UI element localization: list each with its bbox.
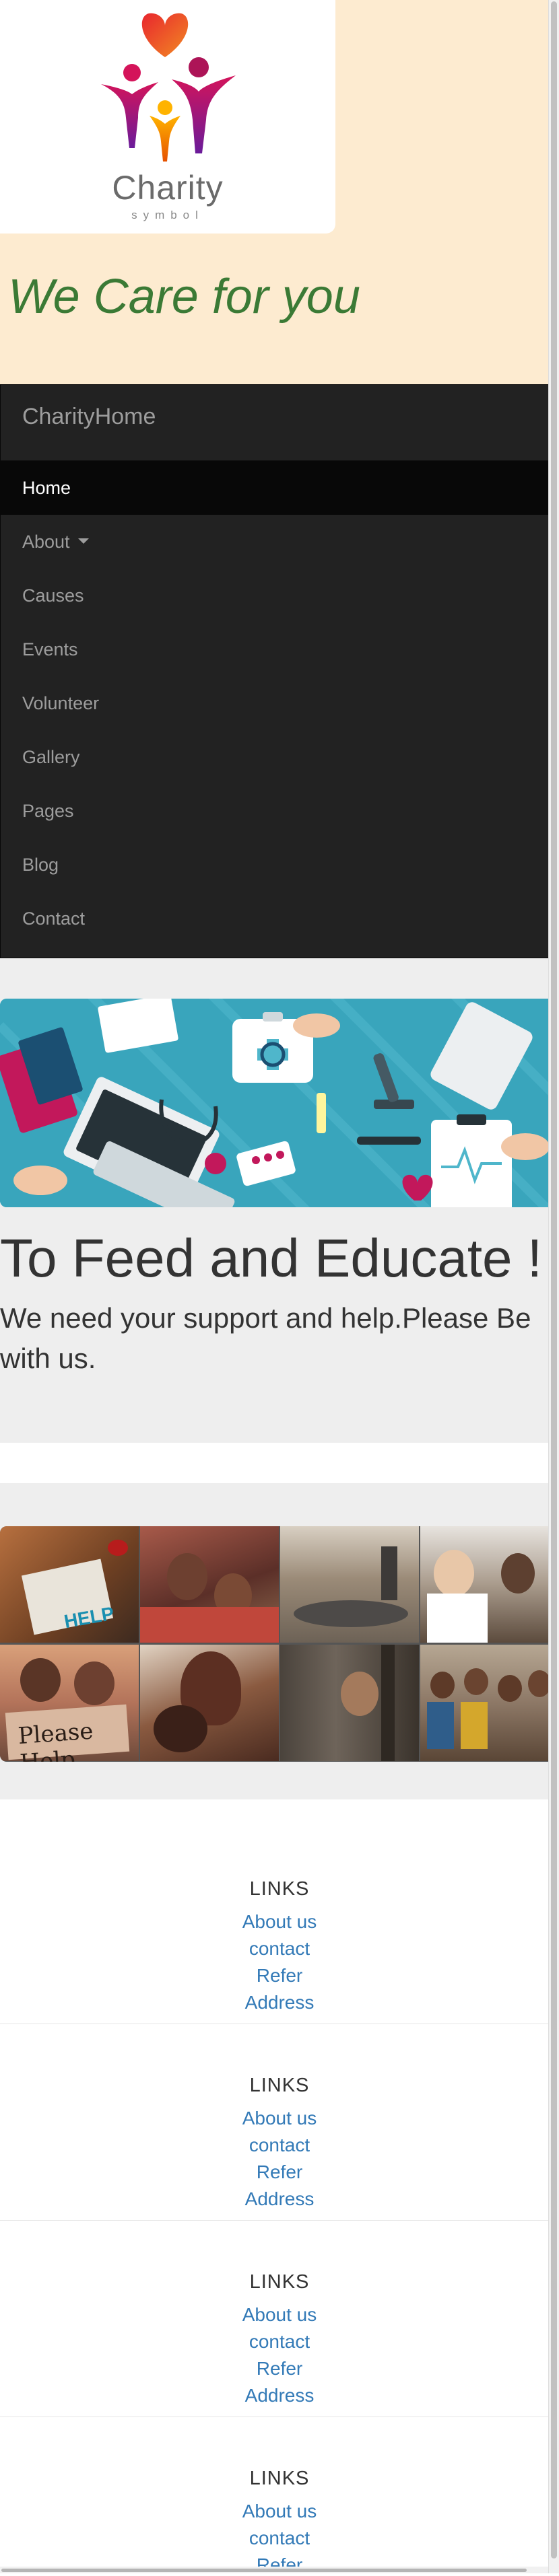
shirt-shape xyxy=(427,1594,488,1643)
help-note-image[interactable]: HELP xyxy=(0,1526,139,1643)
jumbotron-text: We need your support and help.Please Be … xyxy=(0,1302,531,1374)
footer-heading: LINKS xyxy=(249,1878,310,1900)
jumbotron: To Feed and Educate ! We need your suppo… xyxy=(0,958,559,1443)
footer-link-about[interactable]: About us xyxy=(0,2108,559,2129)
footer-link-refer[interactable]: Refer xyxy=(0,2161,559,2183)
face-shape xyxy=(498,1675,522,1702)
footer-heading: LINKS xyxy=(249,2468,310,2489)
face-shape xyxy=(74,1661,114,1705)
dress-shape xyxy=(140,1607,279,1643)
door-frame xyxy=(381,1645,395,1761)
footer-links-section: LINKS About us contact Refer xyxy=(0,2417,559,2575)
navbar-brand[interactable]: CharityHome xyxy=(22,404,156,430)
nav-item-contact[interactable]: Contact xyxy=(1,892,559,945)
footer-link-refer[interactable]: Refer xyxy=(0,2358,559,2380)
footer-links-section: LINKS About us contact Refer Address xyxy=(0,2024,559,2220)
please-help-sign-image[interactable]: Please Help xyxy=(0,1645,139,1762)
volunteer-children-image[interactable] xyxy=(420,1526,559,1643)
face-shape xyxy=(430,1672,455,1698)
face-shape xyxy=(434,1550,474,1597)
village-crowd-image[interactable] xyxy=(280,1526,419,1643)
photo-gallery: HELP Please Help xyxy=(0,1526,559,1762)
footer-link-contact[interactable]: contact xyxy=(0,2135,559,2156)
horizontal-scrollbar-thumb[interactable] xyxy=(1,2569,527,2572)
children-group-image[interactable] xyxy=(420,1645,559,1761)
child-shape xyxy=(154,1705,207,1752)
nav-item-gallery[interactable]: Gallery xyxy=(1,730,559,784)
nav-item-home[interactable]: Home xyxy=(1,461,559,515)
nav-item-label: Volunteer xyxy=(22,693,100,713)
footer-link-refer[interactable]: Refer xyxy=(0,1965,559,1987)
pots-shape xyxy=(294,1600,408,1627)
face-shape xyxy=(501,1553,535,1594)
face-shape xyxy=(528,1670,551,1697)
nav-about-text: About xyxy=(22,532,70,552)
footer-link-address[interactable]: Address xyxy=(0,2385,559,2406)
nav-item-label: About xyxy=(22,532,89,552)
nav-item-events[interactable]: Events xyxy=(1,622,559,676)
photo-gallery-section: HELP Please Help xyxy=(0,1483,559,1799)
nav-item-causes[interactable]: Causes xyxy=(1,569,559,622)
nav-item-label: Events xyxy=(22,639,78,659)
footer-link-contact[interactable]: contact xyxy=(0,2331,559,2353)
nav-item-blog[interactable]: Blog xyxy=(1,838,559,892)
nav-item-label: Gallery xyxy=(22,747,80,767)
nav-item-label: Contact xyxy=(22,908,86,929)
nav-item-label: Causes xyxy=(22,585,84,606)
mother-child-image[interactable] xyxy=(140,1645,279,1761)
nav-item-about[interactable]: About xyxy=(1,515,559,569)
please-help-caption: Please Help xyxy=(17,1717,94,1762)
logo-wordmark: Charity xyxy=(112,169,224,207)
caret-down-icon xyxy=(77,538,89,544)
shirt-shape xyxy=(461,1702,488,1749)
footer-links-section: LINKS About us contact Refer Address xyxy=(0,2220,559,2417)
face-shape xyxy=(167,1553,207,1600)
footer-heading: LINKS xyxy=(249,2271,310,2293)
nav-item-pages[interactable]: Pages xyxy=(1,784,559,838)
person-shape xyxy=(381,1546,397,1600)
nav-item-volunteer[interactable]: Volunteer xyxy=(1,676,559,730)
nav-item-label: Home xyxy=(22,478,71,498)
footer-link-address[interactable]: Address xyxy=(0,1992,559,2013)
vertical-scrollbar-thumb[interactable] xyxy=(551,1,557,2559)
nav-item-label: Pages xyxy=(22,801,74,821)
footer-link-about[interactable]: About us xyxy=(0,2304,559,2326)
face-shape xyxy=(464,1668,488,1695)
charity-logo-icon xyxy=(101,13,236,162)
cup-icon xyxy=(108,1540,128,1556)
jumbotron-title: To Feed and Educate ! xyxy=(0,1228,542,1288)
face-shape xyxy=(20,1658,61,1702)
medical-banner-image xyxy=(0,999,559,1207)
logo-subtitle: symbol xyxy=(131,209,204,221)
footer-link-address[interactable]: Address xyxy=(0,2188,559,2210)
main-navbar: CharityHome Home About Causes Events Vol… xyxy=(0,384,559,958)
tagline: We Care for you xyxy=(8,270,360,324)
footer-link-contact[interactable]: contact xyxy=(0,2528,559,2549)
medical-illustration-icon xyxy=(0,999,559,1207)
child-at-door-image[interactable] xyxy=(280,1645,419,1761)
footer-link-about[interactable]: About us xyxy=(0,2501,559,2522)
vertical-scrollbar[interactable] xyxy=(548,0,559,2573)
face-shape xyxy=(341,1672,379,1716)
footer-links-section: LINKS About us contact Refer Address xyxy=(0,1827,559,2024)
charity-logo: Charity symbol xyxy=(0,0,335,234)
footer-divider xyxy=(0,2220,559,2221)
horizontal-scrollbar[interactable] xyxy=(0,2567,548,2573)
header-banner: Charity symbol We Care for you xyxy=(0,0,559,384)
shirt-shape xyxy=(427,1702,454,1749)
footer-link-contact[interactable]: contact xyxy=(0,1938,559,1960)
nav-item-label: Blog xyxy=(22,855,59,875)
footer-heading: LINKS xyxy=(249,2075,310,2096)
footer-link-about[interactable]: About us xyxy=(0,1911,559,1933)
smiling-girls-image[interactable] xyxy=(140,1526,279,1643)
